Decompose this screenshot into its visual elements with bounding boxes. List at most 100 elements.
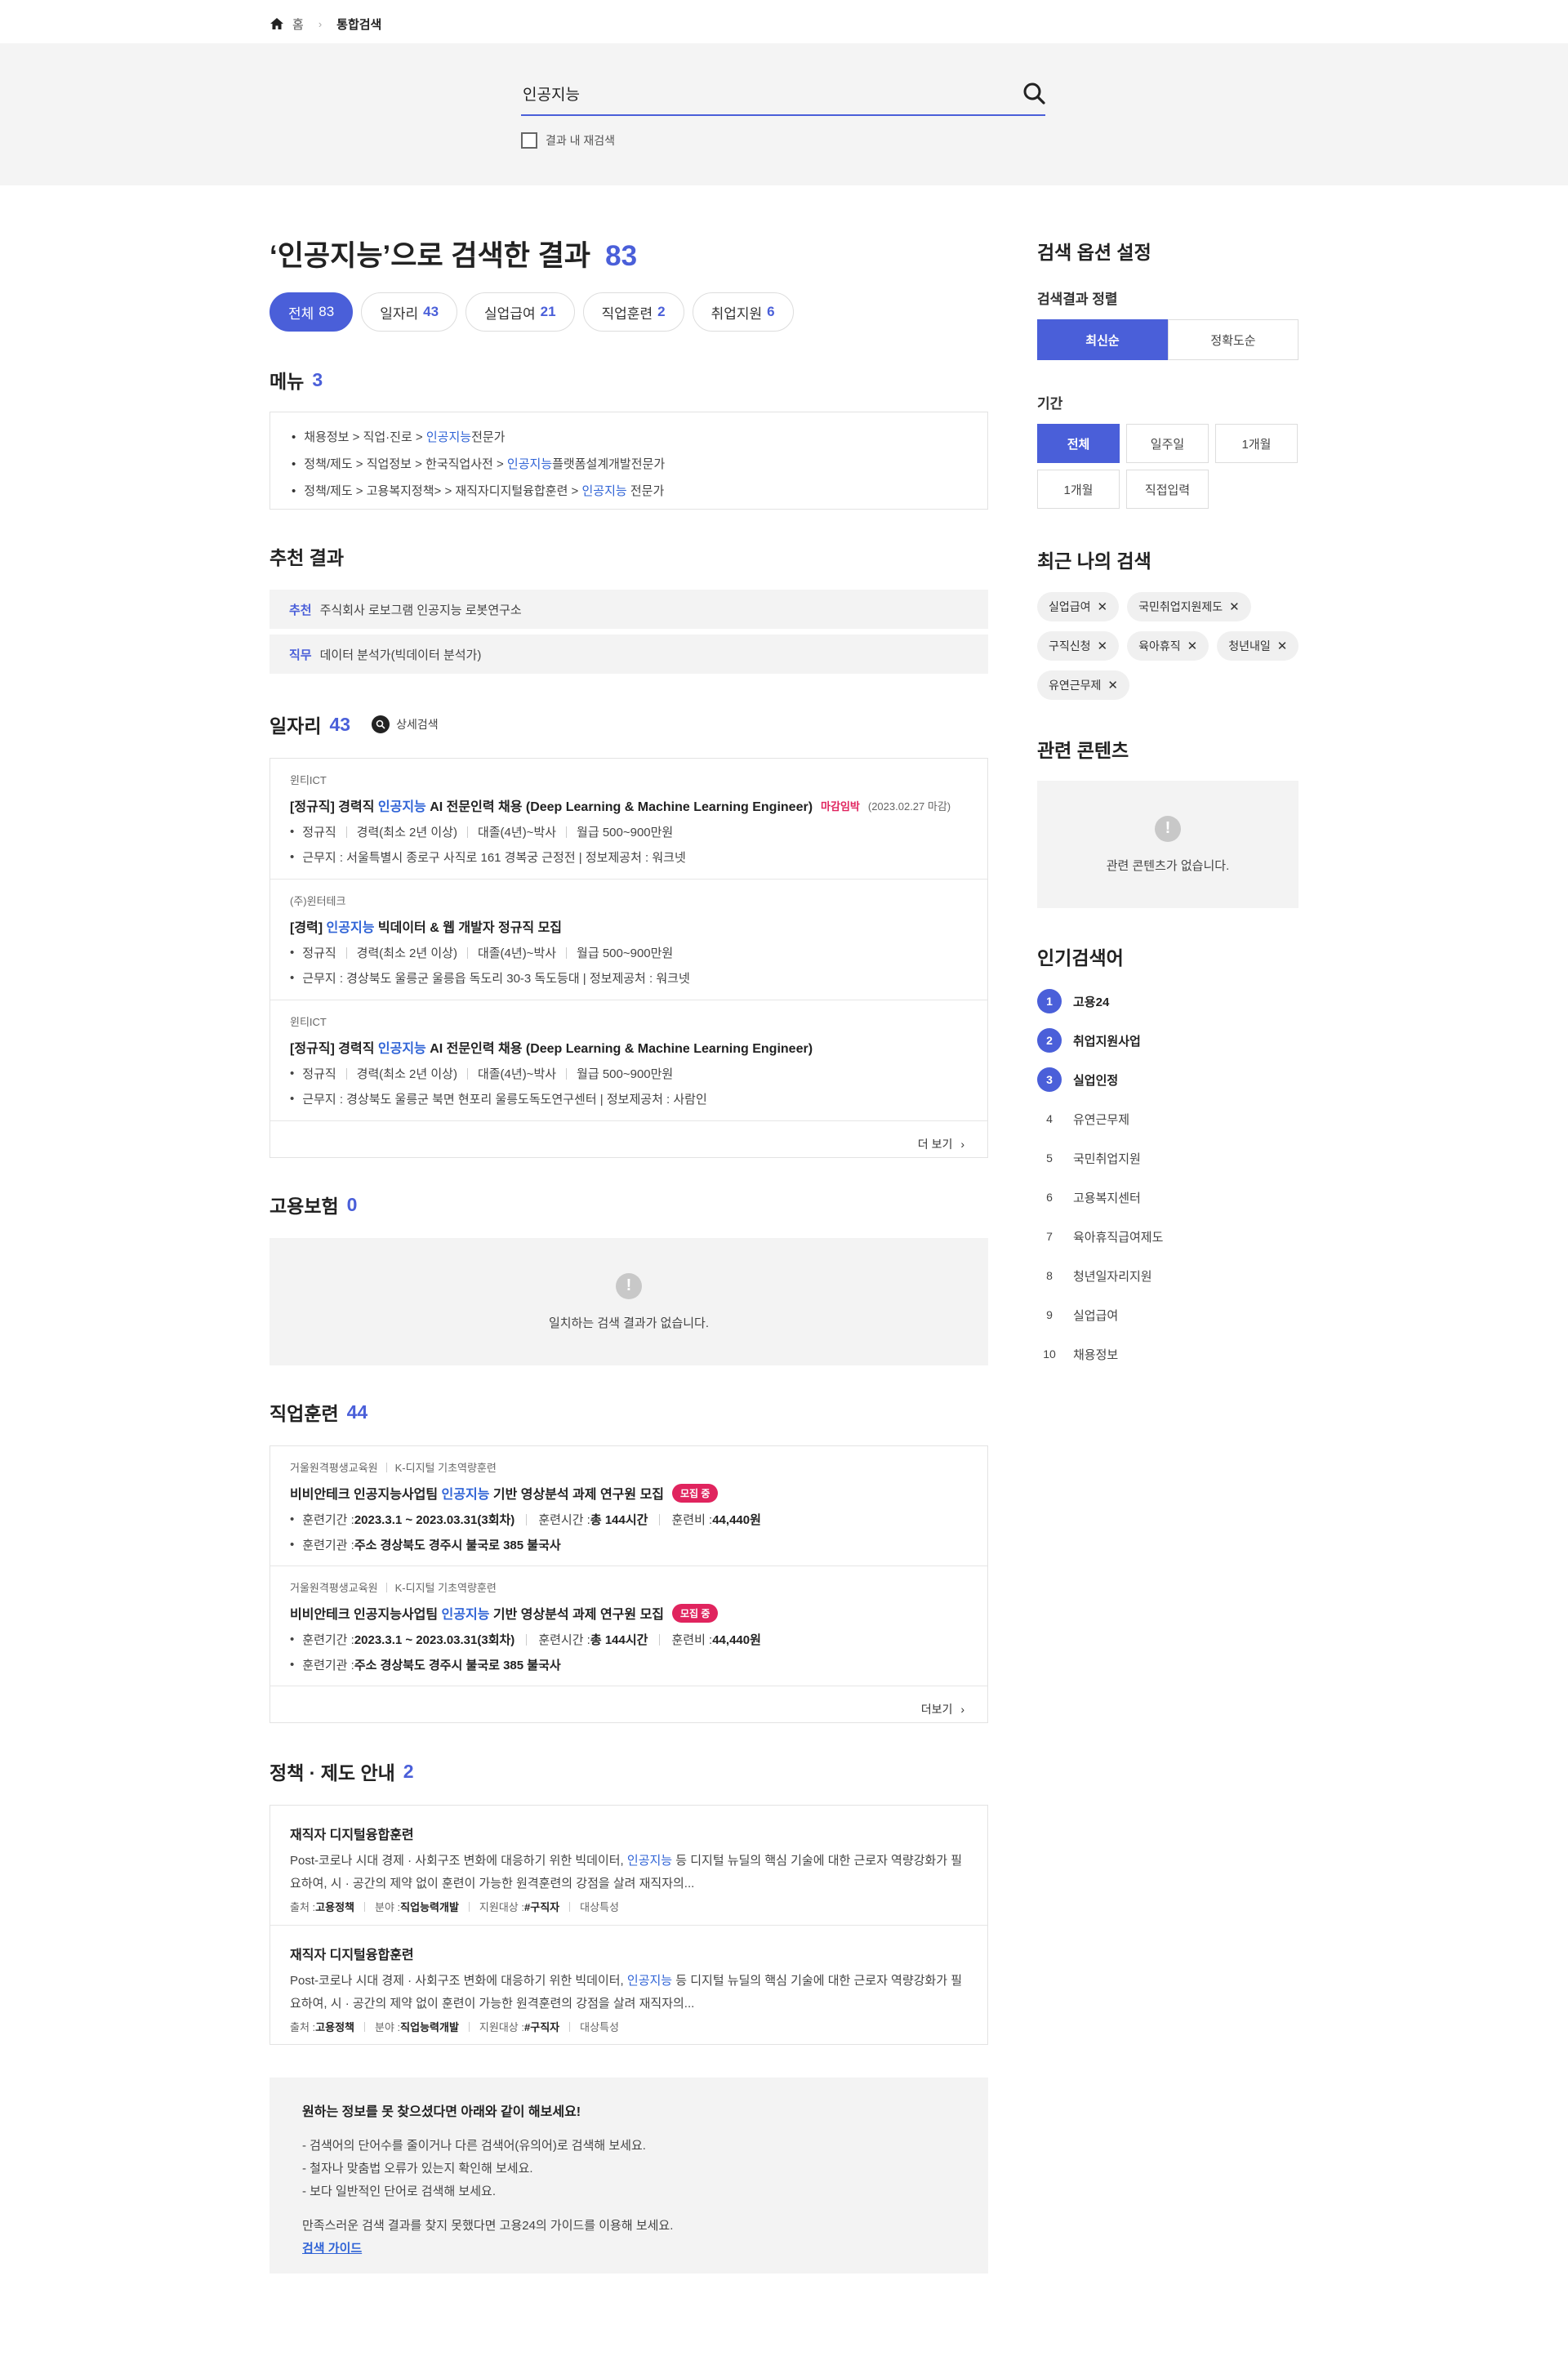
recent-chip[interactable]: 유연근무제 ✕ [1037,670,1129,700]
recommend-item[interactable]: 직무 데이터 분석가(빅데이터 분석가) [270,635,988,674]
job-education: 대졸(4년)~박사 [477,946,557,960]
popular-label[interactable]: 채용정보 [1073,1346,1118,1363]
popular-label[interactable]: 고용복지센터 [1073,1189,1141,1206]
sort-accuracy-button[interactable]: 정확도순 [1168,319,1298,360]
policy-title[interactable]: 재직자 디지털융합훈련 [290,1824,968,1843]
chip-label[interactable]: 실업급여 [1049,599,1091,615]
related-title: 관련 콘텐츠 [1037,740,1129,761]
recent-chip[interactable]: 구직신청 ✕ [1037,631,1120,661]
job-title[interactable]: [경력] 인공지능 빅데이터 & 웹 개발자 정규직 모집 [290,916,968,936]
job-education: 대졸(4년)~박사 [477,826,557,840]
close-icon[interactable]: ✕ [1187,639,1198,653]
popular-label[interactable]: 청년일자리지원 [1073,1267,1152,1285]
popular-item[interactable]: 4 유연근무제 [1037,1099,1163,1138]
sort-latest-button[interactable]: 최신순 [1037,319,1168,360]
section-count: 43 [329,713,351,735]
policy-field: 직업능력개발 [400,1901,459,1913]
policy-item[interactable]: 재직자 디지털융합훈련 Post-코로나 시대 경제 · 사회구조 변화에 대응… [270,1926,987,2046]
tab-employment-support[interactable]: 취업지원 6 [692,292,794,332]
chip-label[interactable]: 청년내일 [1228,638,1271,654]
popular-label[interactable]: 국민취업지원 [1073,1150,1141,1167]
search-icon[interactable] [1022,82,1045,105]
tab-training[interactable]: 직업훈련 2 [582,292,684,332]
search-circle-icon [372,715,390,733]
recent-chip[interactable]: 청년내일 ✕ [1217,631,1299,661]
tab-label: 직업훈련 [601,305,653,322]
job-title[interactable]: [정규직] 경력직 인공지능 AI 전문인력 채용 (Deep Learning… [290,1037,968,1057]
menu-item[interactable]: 정책/제도 > 직업정보 > 한국직업사전 > 인공지능플랫폼설계개발전문가 [292,451,966,478]
rescan-checkbox[interactable] [521,132,537,149]
rank-number: 2 [1037,1028,1062,1053]
job-item[interactable]: (주)윈터테크 [경력] 인공지능 빅데이터 & 웹 개발자 정규직 모집 정규… [270,880,987,1000]
period-month-button[interactable]: 1개월 [1215,424,1298,463]
popular-item[interactable]: 3 실업인정 [1037,1060,1163,1099]
training-title[interactable]: 비비안테크 인공지능사업팀 인공지능 기반 영상분석 과제 연구원 모집 모집 … [290,1483,968,1503]
tab-label: 일자리 [380,305,419,322]
training-place-row: 훈련기관 : 주소 경상북도 경주시 불국로 385 불국사 [290,1536,968,1553]
recent-chip[interactable]: 국민취업지원제도 ✕ [1127,592,1251,621]
period-custom-button[interactable]: 직접입력 [1126,470,1209,509]
training-more-button[interactable]: 더보기 › [270,1686,987,1732]
search-guide-link[interactable]: 검색 가이드 [302,2242,362,2256]
popular-item[interactable]: 7 육아휴직급여제도 [1037,1217,1163,1256]
guide-heading: 원하는 정보를 못 찾으셨다면 아래와 같이 해보세요! [302,2105,581,2119]
close-icon[interactable]: ✕ [1107,678,1118,693]
policy-section-title: 정책 · 제도 안내 2 [270,1757,414,1785]
close-icon[interactable]: ✕ [1277,639,1288,653]
period-week-button[interactable]: 일주일 [1126,424,1209,463]
popular-label[interactable]: 실업인정 [1073,1071,1118,1089]
training-title[interactable]: 비비안테크 인공지능사업팀 인공지능 기반 영상분석 과제 연구원 모집 모집 … [290,1603,968,1623]
policy-item[interactable]: 재직자 디지털융합훈련 Post-코로나 시대 경제 · 사회구조 변화에 대응… [270,1806,987,1926]
recent-chip[interactable]: 육아휴직 ✕ [1127,631,1209,661]
training-hours: 총 144시간 [590,1633,648,1647]
search-query[interactable]: 인공지능 [523,82,580,105]
popular-item[interactable]: 6 고용복지센터 [1037,1178,1163,1217]
home-icon[interactable] [270,17,284,30]
popular-item[interactable]: 1 고용24 [1037,982,1163,1021]
popular-label[interactable]: 유연근무제 [1073,1111,1129,1128]
training-item[interactable]: 거울원격평생교육원 K-디지털 기초역량훈련 비비안테크 인공지능사업팀 인공지능… [270,1446,987,1566]
chip-label[interactable]: 구직신청 [1049,638,1091,654]
popular-item[interactable]: 8 청년일자리지원 [1037,1256,1163,1295]
tab-jobs[interactable]: 일자리 43 [361,292,458,332]
job-item[interactable]: 윈티ICT [정규직] 경력직 인공지능 AI 전문인력 채용 (Deep Le… [270,759,987,880]
job-item[interactable]: 윈티ICT [정규직] 경력직 인공지능 AI 전문인력 채용 (Deep Le… [270,1000,987,1121]
menu-item[interactable]: 채용정보 > 직업·진로 > 인공지능전문가 [292,424,966,451]
close-icon[interactable]: ✕ [1229,599,1240,614]
popular-label[interactable]: 고용24 [1073,993,1109,1010]
job-title[interactable]: [정규직] 경력직 인공지능 AI 전문인력 채용 (Deep Learning… [290,795,968,815]
period-all-button[interactable]: 전체 [1037,424,1120,463]
policy-title[interactable]: 재직자 디지털융합훈련 [290,1944,968,1963]
close-icon[interactable]: ✕ [1098,639,1108,653]
popular-label[interactable]: 실업급여 [1073,1307,1118,1324]
popular-label[interactable]: 취업지원사업 [1073,1032,1141,1049]
training-place: 주소 경상북도 경주시 불국로 385 불국사 [354,1659,561,1672]
jobs-more-button[interactable]: 더 보기 › [270,1121,987,1167]
section-count: 44 [346,1401,368,1423]
search-input[interactable]: 인공지능 [521,72,1045,116]
detail-search-button[interactable]: 상세검색 [372,715,439,733]
menu-item[interactable]: 정책/제도 > 고용복지정책> > 재직자디지털융합훈련 > 인공지능 전문가 [292,478,966,505]
training-fee: 44,440원 [712,1633,761,1647]
chip-label[interactable]: 육아휴직 [1138,638,1181,654]
policy-source: 고용정책 [315,1901,354,1913]
period-month-button-2[interactable]: 1개월 [1037,470,1120,509]
popular-item[interactable]: 5 국민취업지원 [1037,1138,1163,1178]
training-org-name: 거울원격평생교육원 [290,1582,378,1594]
training-item[interactable]: 거울원격평생교육원 K-디지털 기초역량훈련 비비안테크 인공지능사업팀 인공지능… [270,1566,987,1686]
close-icon[interactable]: ✕ [1098,599,1108,614]
popular-item[interactable]: 2 취업지원사업 [1037,1021,1163,1060]
popular-item[interactable]: 10 채용정보 [1037,1334,1163,1374]
recent-chip[interactable]: 실업급여 ✕ [1037,592,1120,621]
chip-label[interactable]: 국민취업지원제도 [1138,599,1223,615]
popular-item[interactable]: 9 실업급여 [1037,1295,1163,1334]
chip-label[interactable]: 유연근무제 [1049,677,1101,693]
tab-all[interactable]: 전체 83 [270,292,354,332]
rescan-checkbox-row[interactable]: 결과 내 재검색 [521,132,615,149]
rank-number: 4 [1046,1112,1053,1125]
recommend-item[interactable]: 추천 주식회사 로보그램 인공지능 로봇연구소 [270,590,988,629]
label: 훈련시간 : [538,1513,590,1527]
breadcrumb-home[interactable]: 홈 [292,16,304,33]
tab-unemployment[interactable]: 실업급여 21 [466,292,575,332]
popular-label[interactable]: 육아휴직급여제도 [1073,1228,1163,1245]
